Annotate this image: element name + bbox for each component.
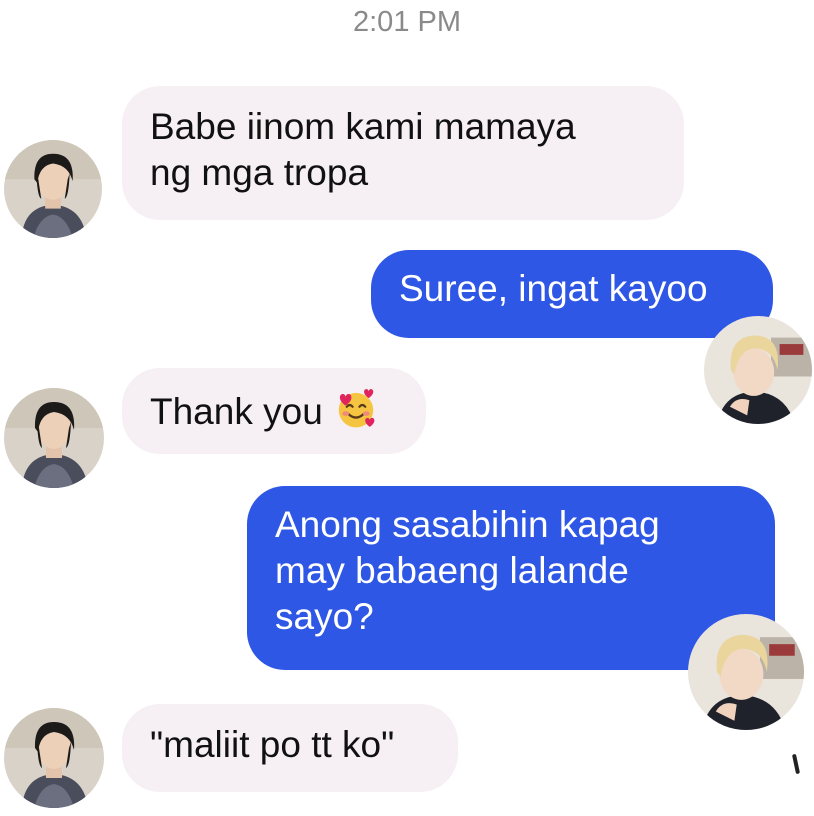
- smiling-face-with-hearts-icon: [333, 386, 379, 432]
- message-text: Anong sasabihin kapag may babaeng laland…: [275, 504, 660, 637]
- user-avatar[interactable]: [704, 316, 812, 424]
- message-bubble-incoming[interactable]: "maliit po tt ko": [122, 704, 458, 792]
- message-timestamp: 2:01 PM: [353, 6, 461, 38]
- message-text: "maliit po tt ko": [150, 724, 395, 765]
- contact-avatar[interactable]: [4, 140, 102, 238]
- contact-avatar[interactable]: [4, 388, 104, 488]
- message-text: Babe iinom kami mamaya ng mga tropa: [150, 106, 576, 193]
- message-text: Suree, ingat kayoo: [399, 268, 708, 309]
- message-bubble-incoming[interactable]: Thank you: [122, 368, 426, 454]
- chat-thread: 2:01 PM Babe iinom kami mamaya ng mga tr…: [0, 0, 814, 816]
- message-text: Thank you: [150, 391, 323, 432]
- contact-avatar[interactable]: [4, 708, 104, 808]
- message-bubble-outgoing[interactable]: Suree, ingat kayoo: [371, 250, 773, 338]
- scroll-indicator[interactable]: [791, 753, 801, 775]
- user-avatar[interactable]: [688, 614, 804, 730]
- message-bubble-incoming[interactable]: Babe iinom kami mamaya ng mga tropa: [122, 86, 684, 220]
